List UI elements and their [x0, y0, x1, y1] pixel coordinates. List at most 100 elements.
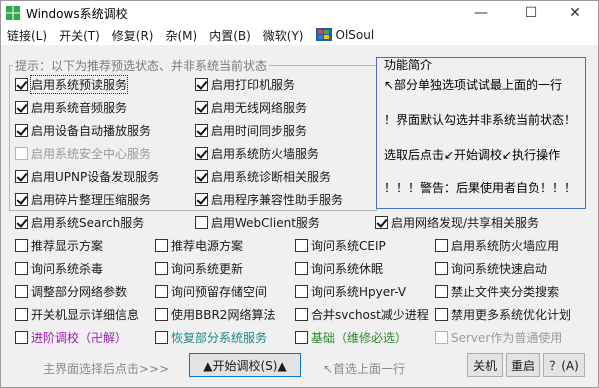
- power-plan-checkbox[interactable]: 推荐电源方案: [155, 236, 243, 254]
- firewall-app-checkbox[interactable]: 启用系统防火墙应用: [435, 236, 559, 254]
- menu-repair[interactable]: 修复(R): [106, 27, 154, 44]
- checkbox-box[interactable]: [15, 192, 28, 206]
- network-params-checkbox[interactable]: 调整部分网络参数: [15, 282, 127, 300]
- help-button[interactable]: ？(A): [543, 353, 585, 377]
- checkbox-box[interactable]: [15, 307, 28, 321]
- checkbox-box[interactable]: [435, 261, 448, 275]
- system-update-checkbox[interactable]: 询问系统更新: [155, 259, 243, 277]
- checkbox-box[interactable]: [195, 146, 208, 160]
- checkbox-box[interactable]: [295, 284, 308, 298]
- defrag-checkbox[interactable]: 启用碎片整理压缩服务: [15, 190, 151, 208]
- checkbox-box[interactable]: [15, 146, 28, 160]
- start-tuning-button[interactable]: ▲开始调校(S)▲: [189, 353, 301, 377]
- hibernate-checkbox[interactable]: 询问系统休眠: [295, 259, 383, 277]
- checkbox-box[interactable]: [195, 169, 208, 183]
- hyperv-checkbox[interactable]: 询问系统Hpyer-V: [295, 282, 406, 300]
- checkbox-label: 恢复部分系统服务: [171, 330, 268, 345]
- checkbox-box[interactable]: [155, 238, 168, 252]
- checkbox-box[interactable]: [15, 261, 28, 275]
- checkbox-label: 启用时间同步服务: [211, 123, 308, 138]
- checkbox-box[interactable]: [435, 307, 448, 321]
- search-service-checkbox[interactable]: 启用系统Search服务: [15, 213, 144, 231]
- svchost-checkbox[interactable]: 合并svchost减少进程: [295, 305, 429, 323]
- checkbox-box[interactable]: [195, 215, 208, 229]
- windows-logo-icon: [6, 6, 20, 20]
- ceip-checkbox[interactable]: 询问系统CEIP: [295, 236, 386, 254]
- firewall-checkbox[interactable]: 启用系统防火墙服务: [195, 144, 319, 162]
- fast-boot-checkbox[interactable]: 询问系统快速启动: [435, 259, 547, 277]
- checkbox-box[interactable]: [15, 77, 28, 91]
- checkbox-box[interactable]: [155, 284, 168, 298]
- restart-button[interactable]: 重启: [506, 353, 540, 377]
- maximize-button[interactable]: ☐: [508, 1, 554, 25]
- autoplay-checkbox[interactable]: 启用设备自动播放服务: [15, 121, 151, 139]
- reserved-storage-checkbox[interactable]: 询问预留存储空间: [155, 282, 267, 300]
- checkbox-box[interactable]: [435, 238, 448, 252]
- server-mode-checkbox[interactable]: Server作为普通使用: [435, 328, 562, 346]
- checkbox-box[interactable]: [195, 77, 208, 91]
- menu-builtin[interactable]: 内置(B): [203, 27, 251, 44]
- checkbox-label: 询问系统更新: [171, 261, 244, 276]
- base-maintenance-checkbox[interactable]: 基础（维修必选）: [295, 328, 407, 346]
- checkbox-box[interactable]: [15, 215, 28, 229]
- display-plan-checkbox[interactable]: 推荐显示方案: [15, 236, 103, 254]
- network-discovery-checkbox[interactable]: 启用网络发现/共享相关服务: [375, 213, 539, 231]
- checkbox-box[interactable]: [435, 330, 448, 344]
- menu-microsoft[interactable]: 微软(Y): [257, 27, 304, 44]
- printer-checkbox[interactable]: 启用打印机服务: [195, 75, 295, 93]
- checkbox-box[interactable]: [15, 123, 28, 137]
- menu-switch[interactable]: 开关(T): [53, 27, 100, 44]
- checkbox-label: 启用系统音频服务: [31, 100, 128, 115]
- time-sync-checkbox[interactable]: 启用时间同步服务: [195, 121, 307, 139]
- checkbox-label: 启用打印机服务: [211, 77, 296, 92]
- checkbox-box[interactable]: [15, 100, 28, 114]
- checkbox-box[interactable]: [195, 100, 208, 114]
- webclient-checkbox[interactable]: 启用WebClient服务: [195, 213, 320, 231]
- security-center-checkbox[interactable]: 启用系统安全中心服务: [15, 144, 151, 162]
- checkbox-box[interactable]: [295, 330, 308, 344]
- prefetch-checkbox[interactable]: 启用系统预读服务: [15, 74, 129, 94]
- checkbox-box[interactable]: [435, 284, 448, 298]
- folder-search-checkbox[interactable]: 禁止文件夹分类搜索: [435, 282, 559, 300]
- shutdown-button[interactable]: 关机: [467, 353, 503, 377]
- menu-misc[interactable]: 杂(M): [159, 27, 197, 44]
- title-bar: Windows系统调校 — ☐ ✕: [1, 1, 598, 25]
- menu-link[interactable]: 链接(L): [1, 27, 47, 44]
- antivirus-checkbox[interactable]: 询问系统杀毒: [15, 259, 103, 277]
- checkbox-box[interactable]: [155, 307, 168, 321]
- checkbox-label: 调整部分网络参数: [31, 284, 128, 299]
- hint-right: ↖首选上面一行: [323, 362, 406, 376]
- checkbox-box[interactable]: [375, 215, 388, 229]
- checkbox-box[interactable]: [15, 330, 28, 344]
- checkbox-label: 启用系统防火墙服务: [211, 146, 320, 161]
- checkbox-box[interactable]: [15, 238, 28, 252]
- checkbox-box[interactable]: [195, 192, 208, 206]
- advanced-tuning-checkbox[interactable]: 进阶调校（卍解）: [15, 328, 127, 346]
- close-button[interactable]: ✕: [552, 1, 598, 25]
- checkbox-label: 推荐显示方案: [31, 238, 104, 253]
- boot-detail-checkbox[interactable]: 开关机显示详细信息: [15, 305, 139, 323]
- menu-olsoul[interactable]: OlSoul: [310, 28, 374, 42]
- checkbox-box[interactable]: [15, 284, 28, 298]
- checkbox-box[interactable]: [15, 169, 28, 183]
- audio-checkbox[interactable]: 启用系统音频服务: [15, 98, 127, 116]
- bbr2-checkbox[interactable]: 使用BBR2网络算法: [155, 305, 275, 323]
- checkbox-box[interactable]: [295, 238, 308, 252]
- checkbox-box[interactable]: [295, 261, 308, 275]
- checkbox-box[interactable]: [155, 330, 168, 344]
- checkbox-box[interactable]: [155, 261, 168, 275]
- more-plans-checkbox[interactable]: 禁用更多系统优化计划: [435, 305, 571, 323]
- checkbox-box[interactable]: [295, 307, 308, 321]
- checkbox-label: 启用碎片整理压缩服务: [31, 192, 152, 207]
- compat-assistant-checkbox[interactable]: 启用程序兼容性助手服务: [195, 190, 343, 208]
- minimize-button[interactable]: —: [458, 1, 504, 25]
- upnp-checkbox[interactable]: 启用UPNP设备发现服务: [15, 167, 159, 185]
- restore-services-checkbox[interactable]: 恢复部分系统服务: [155, 328, 267, 346]
- checkbox-label: 询问系统休眠: [311, 261, 384, 276]
- wireless-checkbox[interactable]: 启用无线网络服务: [195, 98, 307, 116]
- info-line-4: ！！！警告：后果使用者自负！！！: [384, 181, 577, 195]
- checkbox-box[interactable]: [195, 123, 208, 137]
- checkbox-label: 开关机显示详细信息: [31, 307, 140, 322]
- checkbox-label: 询问系统快速启动: [451, 261, 548, 276]
- diagnostics-checkbox[interactable]: 启用系统诊断相关服务: [195, 167, 331, 185]
